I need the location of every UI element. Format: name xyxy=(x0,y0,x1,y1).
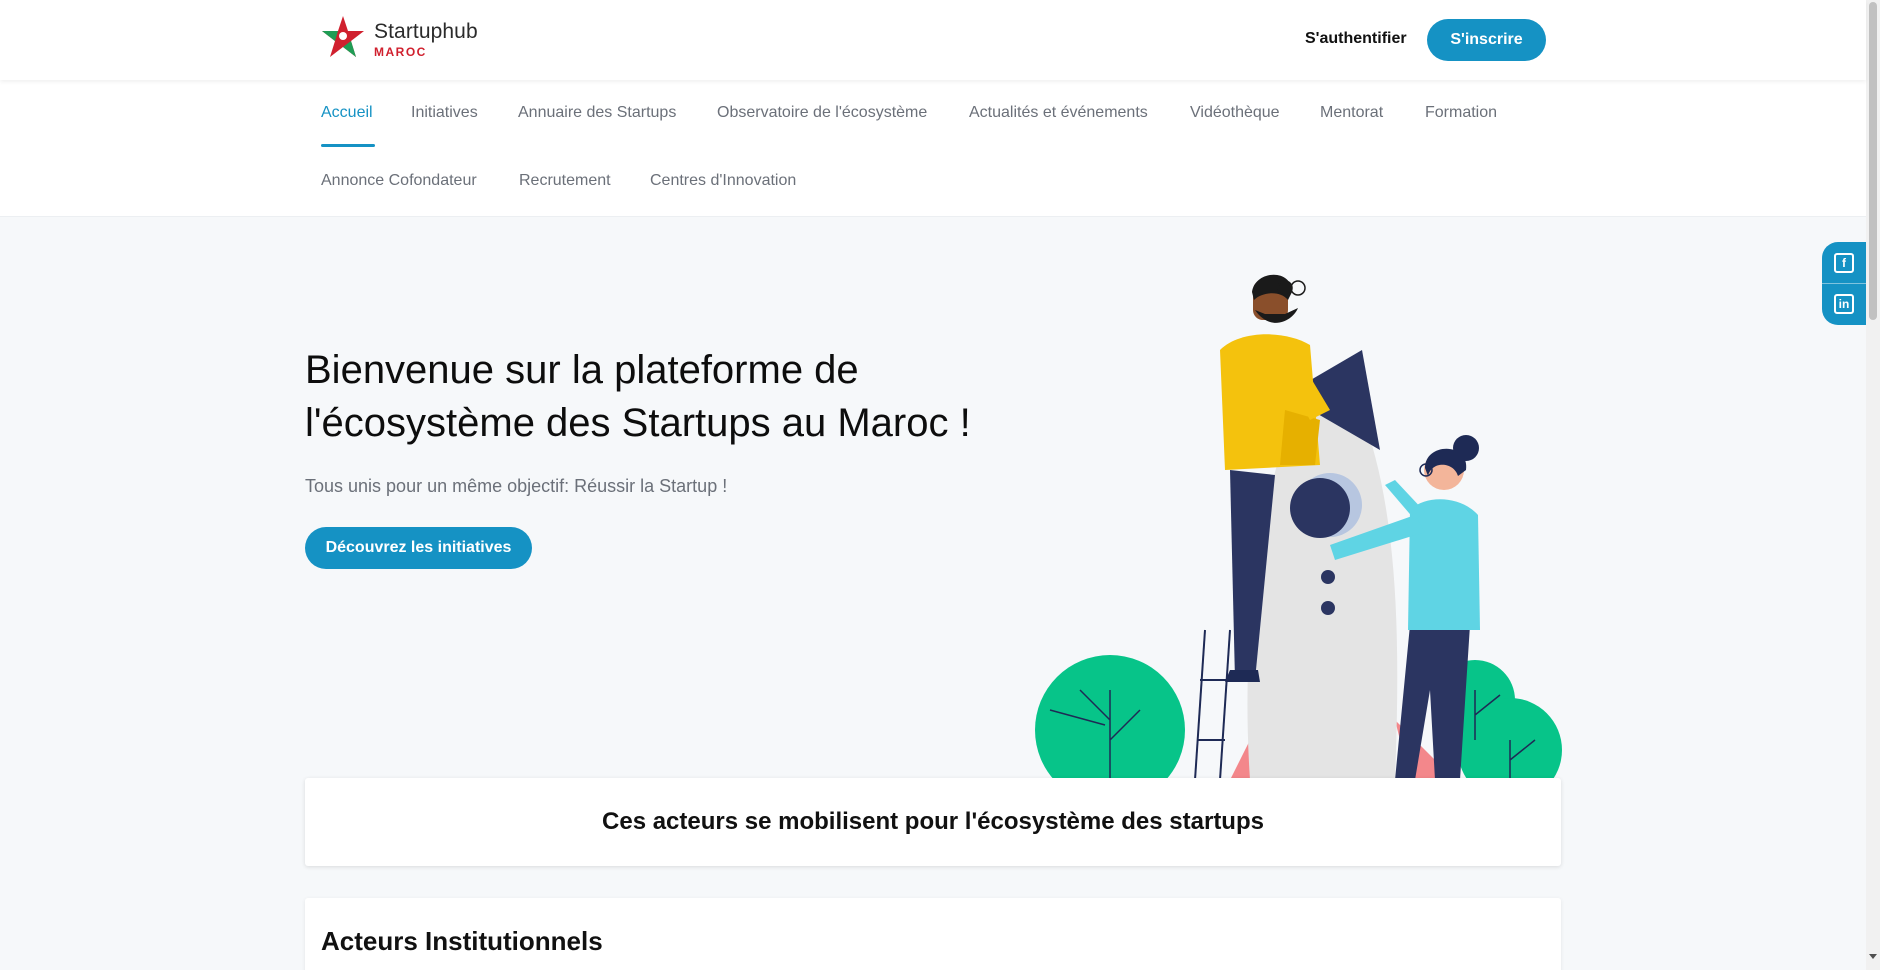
discover-initiatives-button[interactable]: Découvrez les initiatives xyxy=(305,527,532,569)
nav-item-centres-innovation[interactable]: Centres d'Innovation xyxy=(650,172,796,190)
signup-button[interactable]: S'inscrire xyxy=(1427,19,1546,61)
logo-star-icon xyxy=(322,16,364,57)
brand-name: Startuphub xyxy=(374,19,478,43)
nav-item-observatoire[interactable]: Observatoire de l'écosystème xyxy=(717,104,927,122)
actors-heading: Ces acteurs se mobilisent pour l'écosyst… xyxy=(602,808,1264,835)
scroll-down-arrow-icon[interactable] xyxy=(1869,954,1877,959)
main-nav: Accueil Initiatives Annuaire des Startup… xyxy=(0,80,1866,217)
startuphub-logo[interactable]: Startuphub MAROC xyxy=(320,14,490,64)
facebook-icon[interactable]: f xyxy=(1834,253,1854,273)
nav-item-videotheque[interactable]: Vidéothèque xyxy=(1190,104,1280,122)
hero-subtitle: Tous unis pour un même objectif: Réussir… xyxy=(305,476,728,496)
hero-title-line2: l'écosystème des Startups au Maroc ! xyxy=(305,401,971,445)
nav-item-mentorat[interactable]: Mentorat xyxy=(1320,104,1383,122)
social-divider xyxy=(1822,283,1866,284)
rocket-team-illustration xyxy=(1035,274,1562,780)
actors-banner: Ces acteurs se mobilisent pour l'écosyst… xyxy=(305,778,1561,866)
institutional-actors-section: Acteurs Institutionnels xyxy=(305,898,1561,970)
page-scrollbar[interactable] xyxy=(1866,0,1880,970)
active-tab-indicator xyxy=(321,144,375,147)
linkedin-icon[interactable]: in xyxy=(1834,294,1854,314)
top-header: Startuphub MAROC S'authentifier S'inscri… xyxy=(0,0,1866,80)
brand-subtitle: MAROC xyxy=(374,44,427,59)
nav-item-formation[interactable]: Formation xyxy=(1425,104,1497,122)
login-link[interactable]: S'authentifier xyxy=(1305,30,1407,48)
nav-item-accueil[interactable]: Accueil xyxy=(321,104,373,122)
scrollbar-thumb[interactable] xyxy=(1869,2,1877,320)
nav-item-recrutement[interactable]: Recrutement xyxy=(519,172,611,190)
nav-item-annonce-cofondateur[interactable]: Annonce Cofondateur xyxy=(321,172,477,190)
nav-item-initiatives[interactable]: Initiatives xyxy=(411,104,478,122)
institutional-actors-heading: Acteurs Institutionnels xyxy=(321,926,603,956)
hero-title-line1: Bienvenue sur la plateforme de xyxy=(305,348,859,392)
social-links: f in xyxy=(1822,242,1866,325)
nav-item-annuaire[interactable]: Annuaire des Startups xyxy=(518,104,676,122)
hero-title: Bienvenue sur la plateforme de l'écosyst… xyxy=(305,344,1025,450)
nav-item-actualites[interactable]: Actualités et événements xyxy=(969,104,1148,122)
